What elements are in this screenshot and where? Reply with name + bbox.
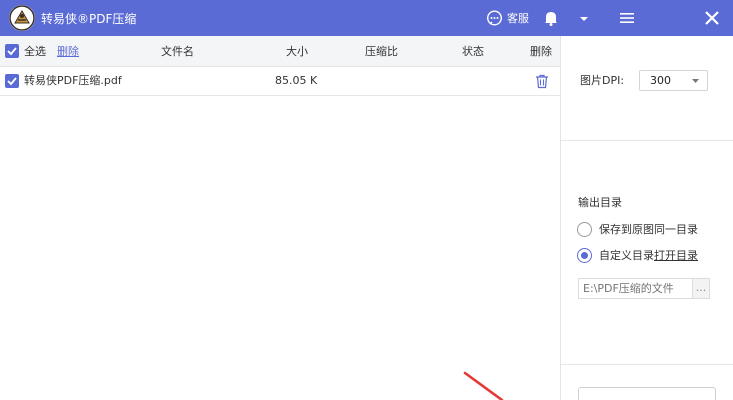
section-divider <box>561 364 733 365</box>
column-header-delete: 删除 <box>530 45 552 58</box>
select-all-label[interactable]: 全选 <box>24 36 46 67</box>
open-directory-link[interactable]: 打开目录 <box>654 247 698 263</box>
output-directory-title: 输出目录 <box>578 196 622 209</box>
radio-button-selected[interactable] <box>577 247 592 263</box>
hamburger-menu-icon[interactable] <box>618 9 636 27</box>
output-path-input[interactable] <box>579 279 692 298</box>
start-compress-button[interactable] <box>578 387 716 400</box>
trash-icon[interactable] <box>534 73 550 89</box>
checkbox-icon <box>7 47 17 56</box>
logo-icon <box>9 5 35 31</box>
radio-custom-directory[interactable]: 自定义目录 打开目录 <box>577 247 698 263</box>
radio-label-custom-directory: 自定义目录 <box>599 249 654 262</box>
column-header-filename: 文件名 <box>161 45 194 58</box>
close-icon[interactable] <box>703 9 721 27</box>
chevron-down-icon <box>692 79 699 83</box>
dpi-select-value: 300 <box>650 74 671 87</box>
dpi-label: 图片DPI: <box>580 74 625 87</box>
table-row[interactable]: 转易侠PDF压缩.pdf 85.05 K <box>0 67 560 96</box>
column-header-status: 状态 <box>462 45 484 58</box>
checkbox-icon <box>7 77 17 86</box>
radio-button[interactable] <box>577 221 592 237</box>
radio-label-same-directory: 保存到原图同一目录 <box>599 223 698 236</box>
radio-save-same-directory[interactable]: 保存到原图同一目录 <box>577 221 698 237</box>
row-checkbox[interactable] <box>5 74 19 88</box>
chat-icon <box>486 9 503 26</box>
column-header-ratio: 压缩比 <box>365 45 398 58</box>
app-title: 转易侠®PDF压缩 <box>41 12 137 26</box>
browse-button[interactable]: ... <box>693 278 710 299</box>
customer-service-button[interactable]: 客服 <box>486 9 529 27</box>
settings-panel: 图片DPI: 300 输出目录 保存到原图同一目录 自定义目录 打开目录 ... <box>561 36 733 400</box>
dpi-select[interactable]: 300 <box>639 70 708 91</box>
output-path-box[interactable] <box>578 278 693 299</box>
bell-icon[interactable] <box>542 9 560 27</box>
file-table-header: 全选 删除 文件名 大小 压缩比 状态 删除 <box>0 36 560 67</box>
file-name: 转易侠PDF压缩.pdf <box>24 74 122 87</box>
customer-service-label: 客服 <box>507 12 529 25</box>
arrow-icon <box>463 371 504 400</box>
delete-selected-link[interactable]: 删除 <box>57 36 79 67</box>
section-divider <box>561 140 733 141</box>
select-all-checkbox[interactable] <box>5 44 19 58</box>
column-header-size: 大小 <box>286 45 308 58</box>
title-bar: 转易侠®PDF压缩 客服 <box>0 0 733 36</box>
file-size: 85.05 K <box>275 74 318 87</box>
chevron-down-icon[interactable] <box>575 9 593 27</box>
